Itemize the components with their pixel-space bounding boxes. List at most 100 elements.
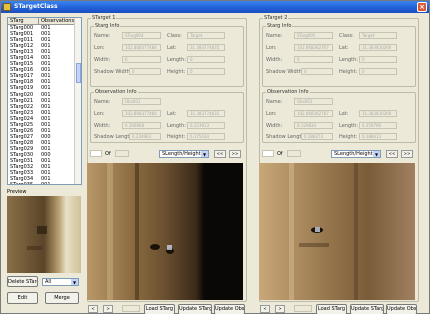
obs-length-field[interactable]: 0.253913 [187, 122, 225, 129]
next-obs-button[interactable]: >> [401, 150, 413, 158]
sonar-image[interactable] [87, 163, 243, 300]
obs-name-field[interactable]: Obs001 [294, 98, 333, 105]
prev-obs-button[interactable]: << [214, 150, 226, 158]
starg-info-legend: Starg Info [95, 23, 120, 29]
window-title: STargetClass [14, 3, 58, 10]
starg-list[interactable]: STarg Observations STarg000 001 STarg001 00… [7, 17, 82, 185]
prev-obs-button[interactable]: << [386, 150, 398, 158]
observation-count: 001 [39, 182, 75, 184]
scroll-left-button[interactable]: < [88, 305, 98, 313]
length-label: Length: [339, 57, 358, 63]
width-field[interactable]: 0 [294, 56, 333, 63]
scroll-left-button[interactable]: < [260, 305, 270, 313]
obs-length-label: Length: [339, 123, 358, 129]
chevron-down-icon: ▼ [71, 279, 78, 285]
shadow-width-field[interactable]: 0 [129, 68, 161, 75]
obs-lat-field[interactable]: 31.383774635 [187, 110, 225, 117]
scroll-right-button[interactable]: > [103, 305, 113, 313]
scroll-right-button[interactable]: > [275, 305, 285, 313]
lon-label: Lon: [94, 45, 105, 51]
list-scrollbar[interactable] [74, 18, 81, 184]
class-field[interactable]: Target [359, 32, 397, 39]
measure-mode-value: SLength/Height [162, 151, 201, 157]
width-field[interactable]: 0 [122, 56, 161, 63]
filter-select[interactable]: All ▼ [42, 278, 79, 286]
obs-lat-label: Lat: [339, 111, 349, 117]
obs-name-label: Name: [266, 99, 283, 105]
height-field[interactable]: 0 [187, 68, 225, 75]
delete-starg-button[interactable]: Delete STarg [7, 276, 38, 287]
update-starg-button[interactable]: Update STarg [178, 304, 212, 314]
shadow-width-field[interactable]: 0 [301, 68, 333, 75]
column-header-observations[interactable]: Observations [39, 18, 75, 25]
update-starg-button[interactable]: Update STarg [350, 304, 384, 314]
height-label: Height: [339, 69, 358, 75]
zoom-field[interactable] [122, 305, 140, 312]
chevron-down-icon: ▼ [373, 151, 380, 157]
width-label: Width: [94, 57, 111, 63]
lon-label: Lon: [266, 45, 277, 51]
merge-button[interactable]: Merge [45, 292, 79, 304]
obs-height-field[interactable]: 0.175434 [187, 133, 225, 140]
obs-name-label: Name: [94, 99, 111, 105]
width-label: Width: [266, 57, 283, 63]
sonar-image[interactable] [259, 163, 415, 300]
length-field[interactable]: 0 [359, 56, 397, 63]
obs-height-label: Height: [167, 134, 186, 140]
edit-button[interactable]: Edit [7, 292, 38, 304]
title-bar: STargetClass × [1, 1, 429, 13]
app-icon [3, 3, 11, 11]
obs-lon-field[interactable]: 102.868362767 [294, 110, 333, 117]
name-field[interactable]: STarg004 [122, 32, 161, 39]
measure-mode-select[interactable]: SLength/Height ▼ [159, 150, 209, 158]
shadow-width-label: Shadow Width: [94, 69, 132, 75]
lat-field[interactable]: 31.383774635 [187, 44, 225, 51]
obs-count-field [287, 150, 301, 157]
obs-index-field[interactable] [262, 150, 274, 157]
name-field[interactable]: STarg005 [294, 32, 333, 39]
length-label: Length: [167, 57, 186, 63]
lon-field[interactable]: 102.868362767 [294, 44, 333, 51]
obs-index-field[interactable] [90, 150, 102, 157]
name-label: Name: [266, 33, 283, 39]
obs-name-field[interactable]: Obs001 [122, 98, 161, 105]
update-obs-button[interactable]: Update Obs [214, 304, 245, 314]
length-field[interactable]: 0 [187, 56, 225, 63]
class-field[interactable]: Target [187, 32, 225, 39]
list-item[interactable]: STarg035001 [8, 182, 81, 184]
load-starg-button[interactable]: Load STarg [316, 304, 347, 314]
lat-field[interactable]: 31.383830266 [359, 44, 397, 51]
starget-title: STarget 2 [264, 15, 288, 21]
chevron-down-icon: ▼ [201, 151, 208, 157]
filter-select-value: All [45, 279, 52, 285]
starget-2-panel: STarget 2 Starg Info Name: STarg005 Clas… [259, 15, 421, 314]
obs-lon-field[interactable]: 102.868377484 [122, 110, 161, 117]
measure-mode-select[interactable]: SLength/Height ▼ [331, 150, 381, 158]
starget-1-panel: STarget 1 Starg Info Name: STarg004 Clas… [87, 15, 249, 314]
update-obs-button[interactable]: Update Obs [386, 304, 417, 314]
starg-name: STarg035 [8, 182, 39, 184]
obs-lat-label: Lat: [167, 111, 177, 117]
scroll-thumb[interactable] [76, 63, 81, 83]
obs-height-field[interactable]: 0.188613 [359, 133, 397, 140]
name-label: Name: [94, 33, 111, 39]
lat-label: Lat: [339, 45, 349, 51]
obs-shadow-length-field[interactable]: 0.234963 [129, 133, 161, 140]
next-obs-button[interactable]: >> [229, 150, 241, 158]
obs-length-field[interactable]: 0.259766 [359, 122, 397, 129]
obs-width-field[interactable]: 0.129834 [294, 122, 333, 129]
height-field[interactable]: 0 [359, 68, 397, 75]
observation-info-legend: Observation Info [267, 89, 309, 95]
zoom-field[interactable] [294, 305, 312, 312]
measure-mode-value: SLength/Height [334, 151, 373, 157]
list-rows: STarg000 001 STarg001 001 STarg011 001 STarg01… [8, 25, 81, 184]
obs-width-field[interactable]: 0.100668 [122, 122, 161, 129]
column-header-starg[interactable]: STarg [8, 18, 39, 25]
close-button[interactable]: × [417, 2, 427, 12]
observation-info-legend: Observation Info [95, 89, 137, 95]
obs-shadow-length-field[interactable]: 0.288273 [301, 133, 333, 140]
load-starg-button[interactable]: Load STarg [144, 304, 175, 314]
obs-lat-field[interactable]: 31.383830266 [359, 110, 397, 117]
lon-field[interactable]: 102.868377484 [122, 44, 161, 51]
obs-length-label: Length: [167, 123, 186, 129]
